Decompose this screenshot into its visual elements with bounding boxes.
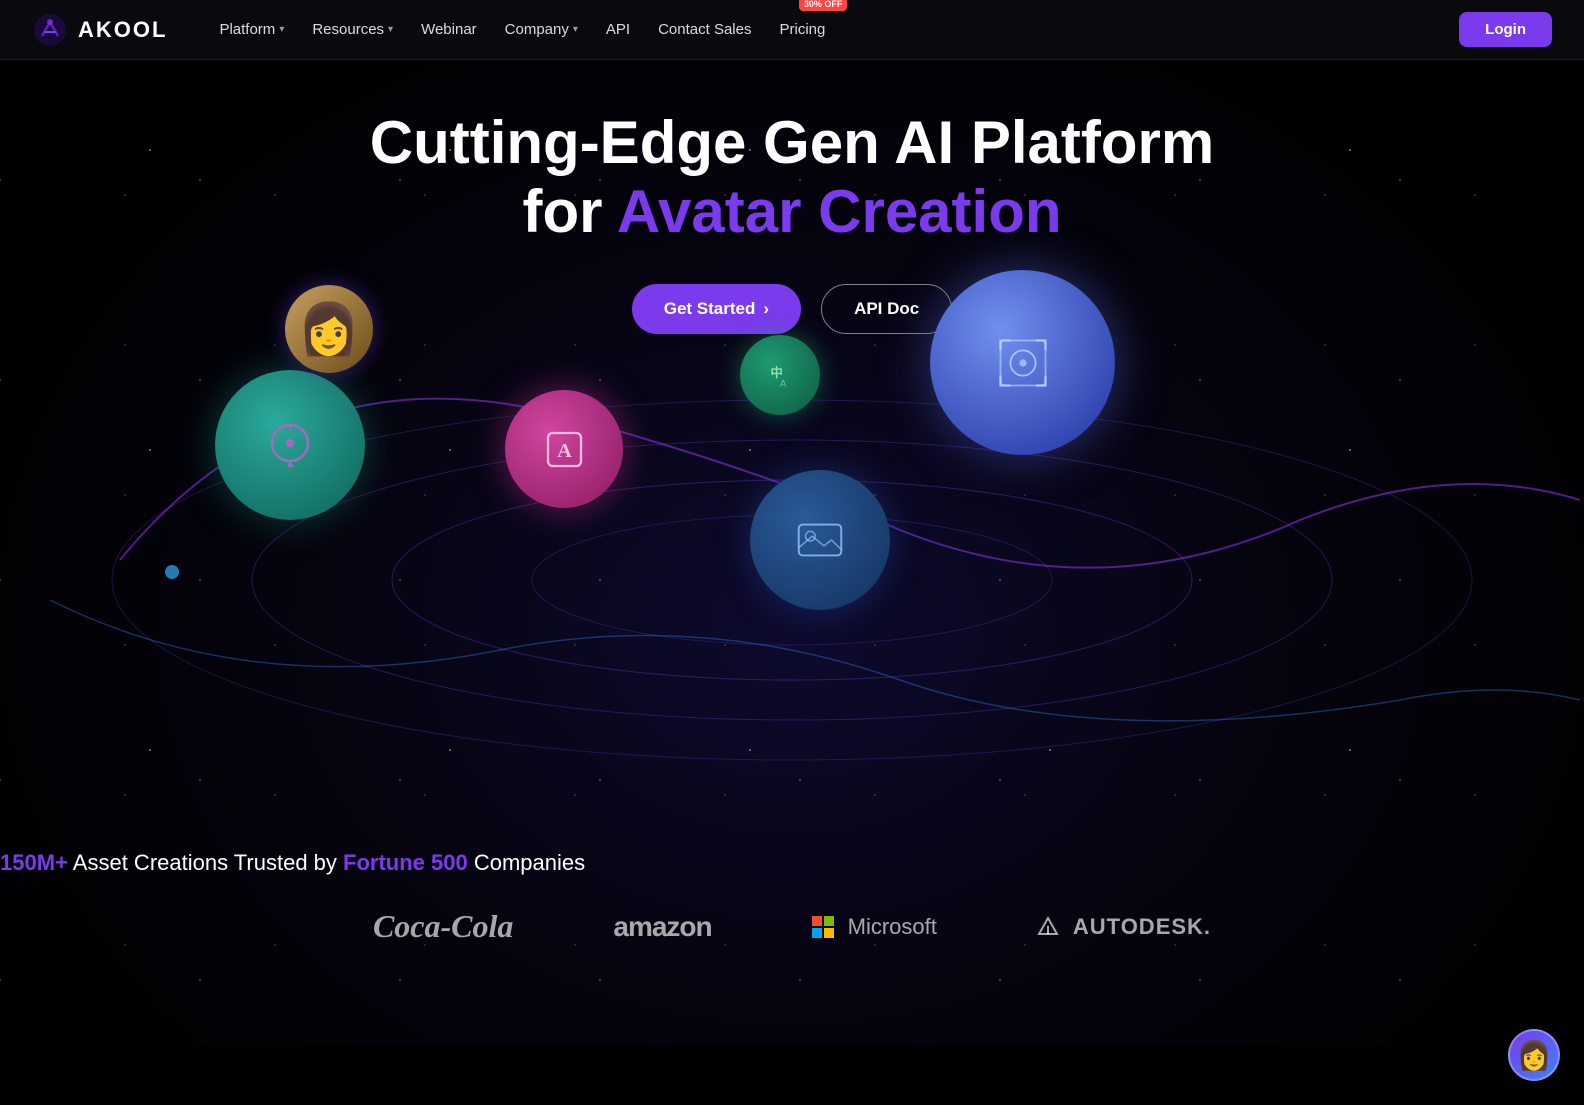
api-doc-button[interactable]: API Doc	[821, 284, 952, 334]
planet-icon-translate: 中 A	[761, 356, 799, 394]
portrait-float: 👩	[285, 285, 373, 373]
chevron-icon: ▾	[388, 24, 393, 35]
nav-item-webinar[interactable]: Webinar	[409, 15, 489, 44]
planet-icon-text: A	[537, 422, 592, 477]
planet-blue-medium	[750, 470, 890, 610]
portrait-emoji: 👩	[298, 300, 360, 359]
nav-item-api[interactable]: API	[594, 15, 642, 44]
logo-icon	[32, 12, 68, 48]
logo-text: AKOOL	[78, 17, 167, 43]
trust-stat: 150M+ Asset Creations Trusted by Fortune…	[0, 850, 1584, 876]
nav-links: Platform ▾ Resources ▾ Webinar Company ▾…	[207, 15, 1459, 44]
planet-teal-small: 中 A	[740, 335, 820, 415]
nav-item-pricing[interactable]: Pricing 30% OFF	[767, 15, 837, 44]
pricing-badge: 30% OFF	[799, 0, 848, 11]
chevron-icon: ▾	[573, 24, 578, 35]
planet-blue-large	[930, 270, 1115, 455]
brand-microsoft: Microsoft	[812, 914, 937, 940]
svg-text:A: A	[557, 439, 572, 461]
hero-content: Cutting-Edge Gen AI Platform for Avatar …	[0, 60, 1584, 334]
arrow-icon: ›	[763, 299, 769, 319]
trust-section: 150M+ Asset Creations Trusted by Fortune…	[0, 850, 1584, 945]
avatar-emoji: 👩	[1517, 1039, 1552, 1072]
planet-pink-medium: A	[505, 390, 623, 508]
fortune-500: Fortune 500	[343, 850, 468, 875]
brand-cocacola: Coca-Cola	[373, 908, 513, 945]
login-button[interactable]: Login	[1459, 12, 1552, 47]
logo[interactable]: AKOOL	[32, 12, 167, 48]
navbar: AKOOL Platform ▾ Resources ▾ Webinar Com…	[0, 0, 1584, 60]
nav-item-platform[interactable]: Platform ▾	[207, 15, 296, 44]
microsoft-grid-icon	[812, 916, 834, 938]
hero-title-line1: Cutting-Edge Gen AI Platform	[0, 110, 1584, 176]
brand-autodesk: AUTODESK.	[1037, 914, 1211, 940]
user-avatar-corner[interactable]: 👩	[1508, 1029, 1560, 1081]
planet-teal-large	[215, 370, 365, 520]
trust-number: 150M+	[0, 850, 68, 875]
chevron-icon: ▾	[279, 24, 284, 35]
get-started-button[interactable]: Get Started ›	[632, 284, 801, 334]
autodesk-icon	[1037, 916, 1059, 938]
brand-amazon: amazon	[613, 911, 711, 943]
hero-title-accent: Avatar Creation	[617, 178, 1062, 245]
svg-text:A: A	[780, 378, 787, 389]
hero-buttons: Get Started › API Doc	[0, 284, 1584, 334]
hero-section: Cutting-Edge Gen AI Platform for Avatar …	[0, 0, 1584, 1045]
nav-item-company[interactable]: Company ▾	[493, 15, 590, 44]
nav-item-contact-sales[interactable]: Contact Sales	[646, 15, 763, 44]
hero-title-line2: for Avatar Creation	[0, 176, 1584, 248]
brand-logos-row: Coca-Cola amazon Microsoft AUTOD	[0, 908, 1584, 945]
planet-icon-face-scan	[987, 327, 1059, 399]
planet-icon-image	[791, 511, 849, 569]
nav-item-resources[interactable]: Resources ▾	[300, 15, 405, 44]
planet-icon-chat	[260, 415, 320, 475]
